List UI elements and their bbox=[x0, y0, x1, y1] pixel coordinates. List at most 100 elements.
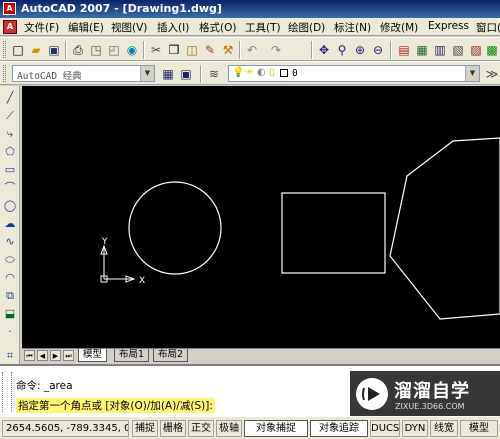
menu-tools[interactable]: 工具(T) bbox=[245, 20, 281, 35]
zoom-previous-icon[interactable]: ⊖ bbox=[370, 42, 386, 58]
print-icon[interactable]: ⎙ bbox=[70, 42, 86, 58]
layer-manager-icon[interactable]: ≋ bbox=[206, 66, 222, 82]
previous-tab-icon[interactable]: ◀ bbox=[37, 350, 48, 361]
ucs-icon: Y X bbox=[100, 237, 145, 286]
first-tab-icon[interactable]: ⏮ bbox=[24, 350, 35, 361]
lineweight-toggle[interactable]: 线宽 bbox=[430, 420, 458, 437]
layer-freeze-icon[interactable]: ☀ bbox=[245, 67, 254, 78]
osnap-toggle[interactable]: 对象捕捉 bbox=[244, 420, 308, 437]
menu-view[interactable]: 视图(V) bbox=[111, 20, 147, 35]
menu-insert[interactable]: 插入(I) bbox=[157, 20, 189, 35]
command-prompt-line[interactable]: 指定第一个角点或 [对象(O)/加(A)/减(S)]: bbox=[16, 398, 215, 413]
block-editor-icon[interactable]: ⚒ bbox=[220, 42, 236, 58]
menu-window[interactable]: 窗口( bbox=[476, 20, 500, 35]
make-block-icon[interactable]: ⬓ bbox=[2, 306, 18, 322]
construction-line-icon[interactable]: ⟋ bbox=[2, 108, 18, 124]
model-toggle[interactable]: 模型 bbox=[460, 420, 498, 437]
toolbar-grip[interactable] bbox=[3, 41, 6, 58]
rectangle-tool-icon[interactable]: ▭ bbox=[2, 162, 18, 178]
document-icon[interactable]: A bbox=[3, 20, 17, 34]
coordinate-readout[interactable]: 2654.5605, -789.3345, 0.0000 bbox=[2, 420, 129, 437]
last-tab-icon[interactable]: ⏭ bbox=[63, 350, 74, 361]
spline-tool-icon[interactable]: ∿ bbox=[2, 234, 18, 250]
sheet-set-icon[interactable]: ▧ bbox=[450, 42, 466, 58]
circle-tool-icon[interactable]: ◯ bbox=[2, 198, 18, 214]
menu-express[interactable]: Express bbox=[428, 20, 469, 32]
next-tab-icon[interactable]: ▶ bbox=[50, 350, 61, 361]
menu-draw[interactable]: 绘图(D) bbox=[288, 20, 325, 35]
ellipse-arc-icon[interactable]: ◠ bbox=[2, 270, 18, 286]
tab-layout1[interactable]: 布局1 bbox=[114, 349, 150, 362]
markup-icon[interactable]: ▨ bbox=[468, 42, 484, 58]
dyn-toggle[interactable]: DYN bbox=[402, 420, 428, 437]
window-title: AutoCAD 2007 - [Drawing1.dwg] bbox=[21, 2, 222, 15]
chevron-down-icon[interactable]: ▼ bbox=[140, 66, 154, 81]
new-file-icon[interactable]: □ bbox=[10, 42, 26, 58]
workspace-settings-icon[interactable]: ▦ bbox=[160, 66, 176, 82]
workspace-dropdown[interactable]: AutoCAD 经典 ▼ bbox=[12, 65, 155, 82]
ortho-toggle[interactable]: 正交 bbox=[188, 420, 214, 437]
menu-format[interactable]: 格式(O) bbox=[199, 20, 236, 35]
match-properties-icon[interactable]: ✎ bbox=[202, 42, 218, 58]
tool-palettes-icon[interactable]: ▥ bbox=[432, 42, 448, 58]
open-folder-icon[interactable]: ▰ bbox=[28, 42, 44, 58]
tab-layout2[interactable]: 布局2 bbox=[153, 349, 189, 362]
plot-preview-icon[interactable]: ◳ bbox=[88, 42, 104, 58]
menu-file[interactable]: 文件(F) bbox=[24, 20, 59, 35]
ducs-toggle[interactable]: DUCS bbox=[370, 420, 400, 437]
layer-on-icon[interactable]: 💡 bbox=[232, 67, 244, 78]
watermark-url: ZIXUE.3D66.COM bbox=[395, 402, 465, 411]
menu-bar: A 文件(F) 编辑(E) 视图(V) 插入(I) 格式(O) 工具(T) 绘图… bbox=[0, 18, 500, 36]
zoom-window-icon[interactable]: ⊕ bbox=[352, 42, 368, 58]
draw-toolbar: ╱ ⟋ ⤷ ⬠ ▭ ⌒ ◯ ☁ ∿ ⬭ ◠ ⧉ ⬓ · ⌗ bbox=[0, 86, 20, 366]
layer-color-swatch[interactable] bbox=[280, 69, 288, 77]
chevron-down-icon[interactable]: ▼ bbox=[465, 66, 479, 81]
toolbar-separator bbox=[143, 41, 145, 59]
command-window-grip[interactable] bbox=[2, 372, 12, 412]
hatch-tool-icon[interactable]: ⌗ bbox=[2, 348, 18, 364]
menu-dimension[interactable]: 标注(N) bbox=[334, 20, 371, 35]
polar-toggle[interactable]: 极轴 bbox=[216, 420, 242, 437]
menu-modify[interactable]: 修改(M) bbox=[380, 20, 418, 35]
properties-icon[interactable]: ▤ bbox=[396, 42, 412, 58]
toolbar-separator bbox=[390, 41, 392, 59]
ellipse-tool-icon[interactable]: ⬭ bbox=[2, 252, 18, 268]
revision-cloud-icon[interactable]: ☁ bbox=[2, 216, 18, 232]
undo-icon[interactable]: ↶ bbox=[244, 42, 260, 58]
calculator-icon[interactable]: ▩ bbox=[484, 42, 500, 58]
snap-toggle[interactable]: 捕捉 bbox=[132, 420, 158, 437]
tab-model[interactable]: 模型 bbox=[78, 349, 108, 362]
layer-lock-icon[interactable]: ▯ bbox=[269, 67, 275, 78]
polygon-tool-icon[interactable]: ⬠ bbox=[2, 144, 18, 160]
save-icon[interactable]: ▣ bbox=[46, 42, 62, 58]
workspace-value: AutoCAD 经典 bbox=[17, 71, 82, 82]
paste-icon[interactable]: ◫ bbox=[184, 42, 200, 58]
otrack-toggle[interactable]: 对象追踪 bbox=[310, 420, 368, 437]
line-tool-icon[interactable]: ╱ bbox=[2, 90, 18, 106]
redo-icon[interactable]: ↷ bbox=[268, 42, 284, 58]
zoom-realtime-icon[interactable]: ⚲ bbox=[334, 42, 350, 58]
drawn-circle[interactable] bbox=[128, 181, 222, 275]
toolbar-grip[interactable] bbox=[3, 65, 6, 82]
polyline-tool-icon[interactable]: ⤷ bbox=[2, 126, 18, 142]
drawing-canvas[interactable]: Y X bbox=[22, 86, 500, 348]
publish-icon[interactable]: ◰ bbox=[106, 42, 122, 58]
cut-icon[interactable]: ✂ bbox=[148, 42, 164, 58]
drawn-rectangle[interactable] bbox=[281, 192, 386, 274]
save-workspace-icon[interactable]: ▣ bbox=[178, 66, 194, 82]
insert-block-icon[interactable]: ⧉ bbox=[2, 288, 18, 304]
pan-icon[interactable]: ✥ bbox=[316, 42, 332, 58]
design-center-icon[interactable]: ▦ bbox=[414, 42, 430, 58]
standard-toolbar: □ ▰ ▣ ⎙ ◳ ◰ ◉ ✂ ❐ ◫ ✎ ⚒ ↶ ↷ ✥ ⚲ ⊕ ⊖ ▤ ▦ … bbox=[0, 37, 500, 61]
layer-freeze-viewport-icon[interactable]: ◐ bbox=[257, 67, 266, 78]
menu-edit[interactable]: 编辑(E) bbox=[68, 20, 104, 35]
publish-web-icon[interactable]: ◉ bbox=[124, 42, 140, 58]
layer-previous-icon[interactable]: ≫ bbox=[484, 66, 500, 82]
title-bar: A AutoCAD 2007 - [Drawing1.dwg] bbox=[0, 0, 500, 18]
layer-dropdown[interactable]: 💡 ☀ ◐ ▯ 0 ▼ bbox=[228, 65, 480, 82]
copy-icon[interactable]: ❐ bbox=[166, 42, 182, 58]
drawn-polygon[interactable] bbox=[389, 137, 500, 320]
point-tool-icon[interactable]: · bbox=[2, 324, 18, 340]
grid-toggle[interactable]: 栅格 bbox=[160, 420, 186, 437]
arc-tool-icon[interactable]: ⌒ bbox=[2, 180, 18, 196]
